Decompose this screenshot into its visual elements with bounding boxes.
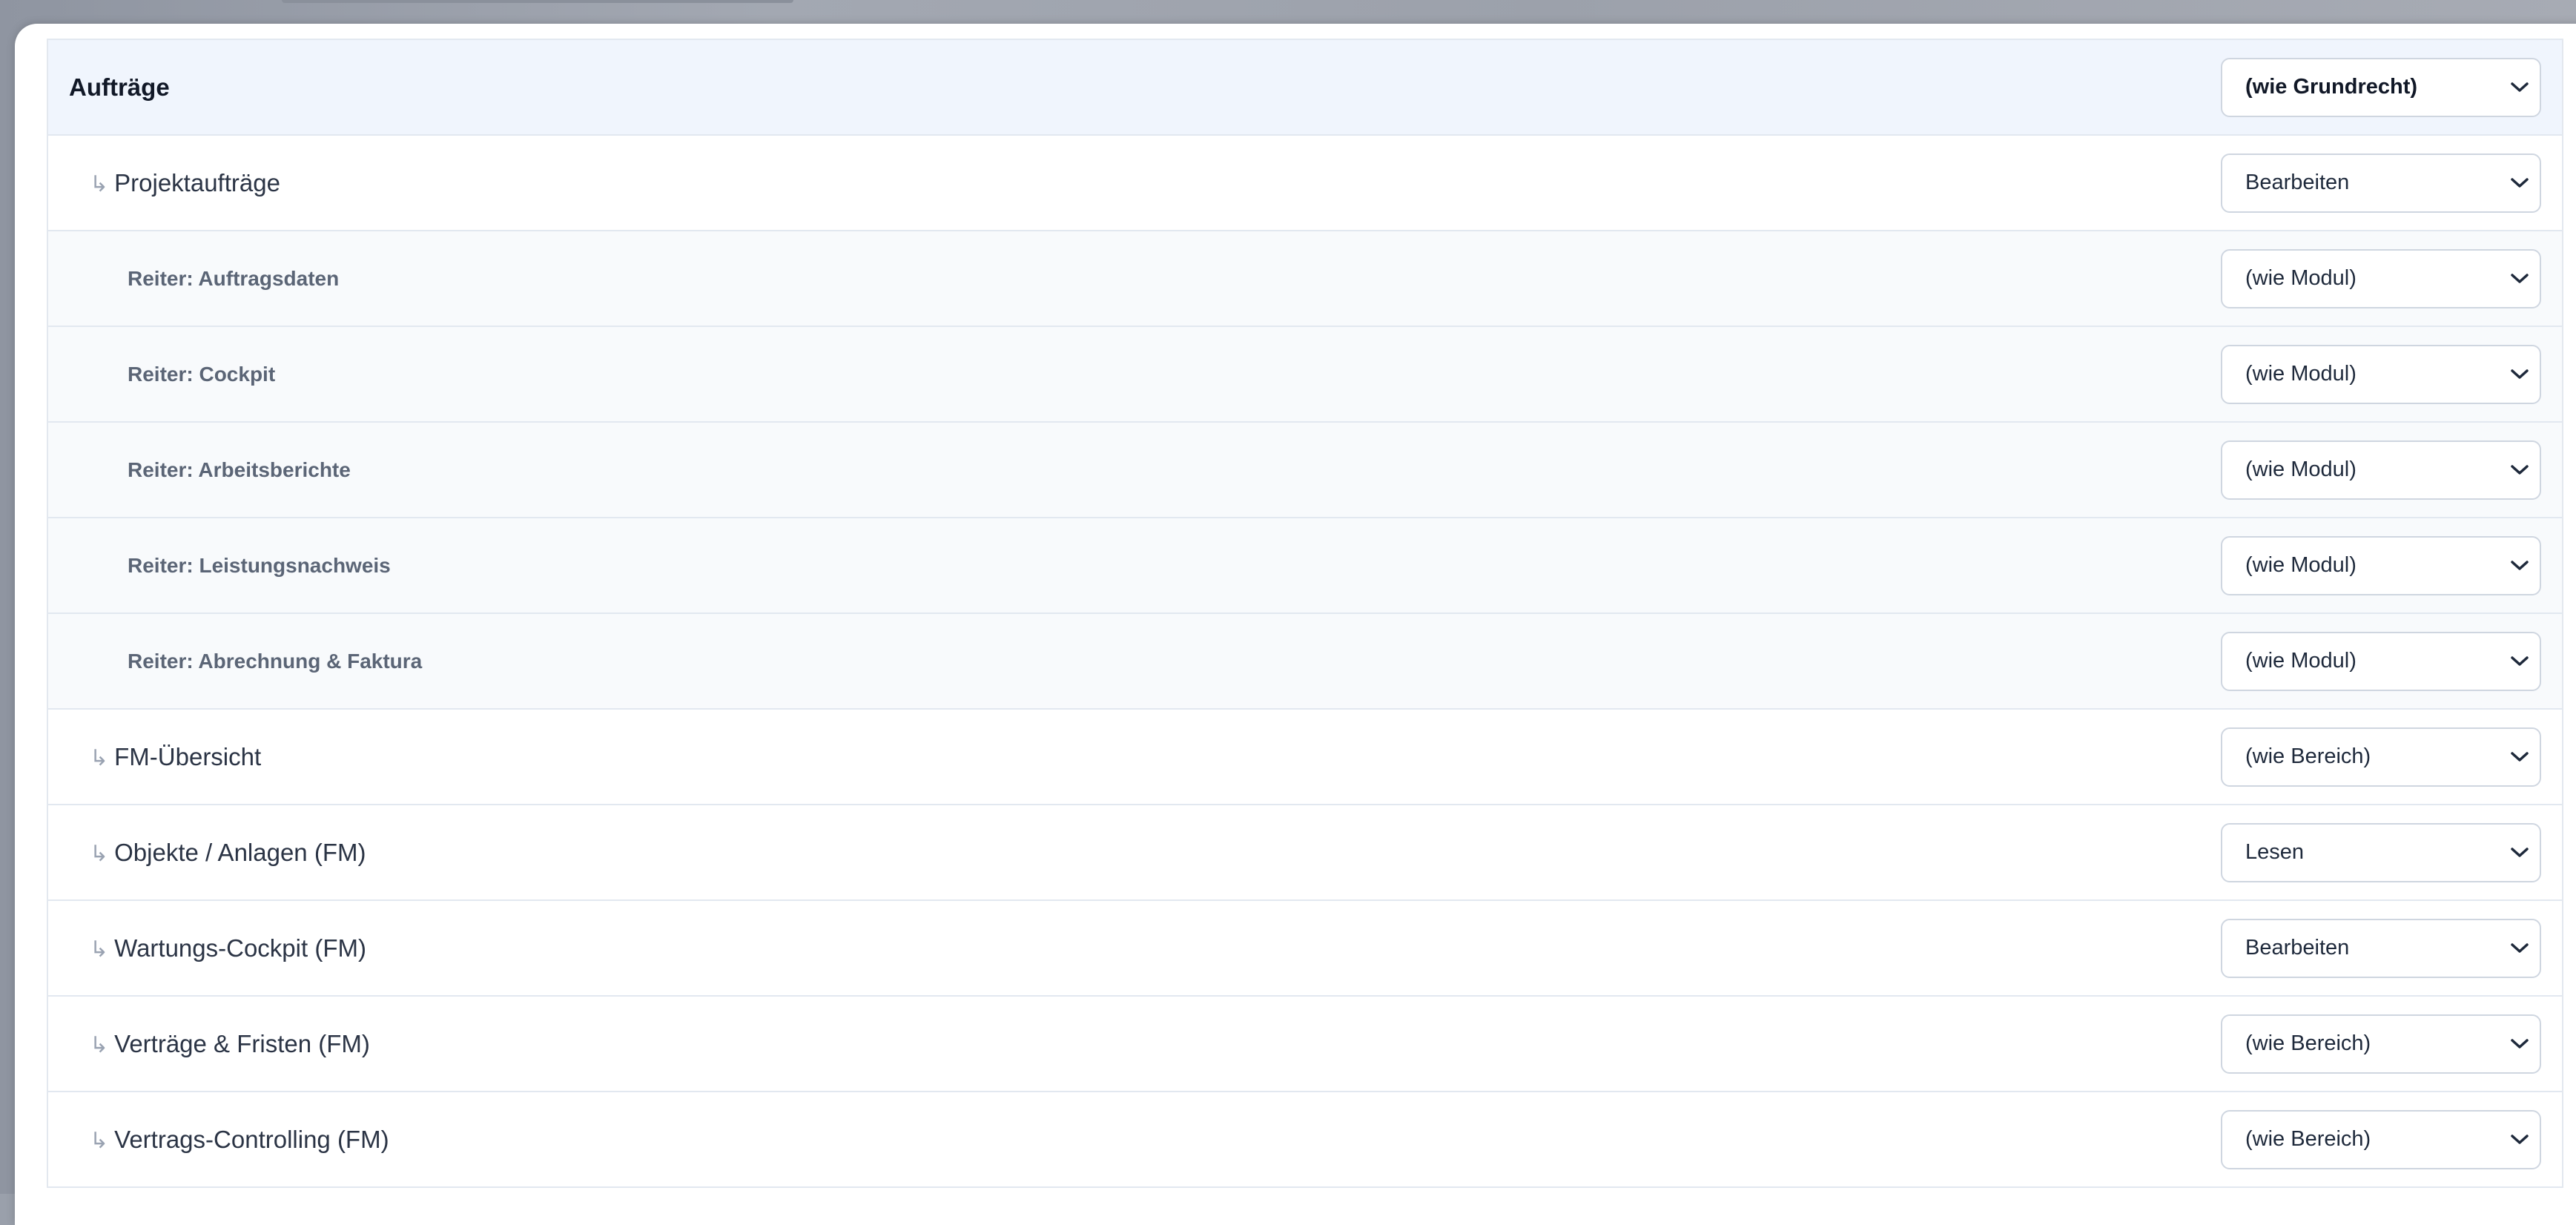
permission-module-row: ↳ Vertrags-Controlling (FM) (wie Bereich) (48, 1092, 2562, 1188)
permission-level-select[interactable]: (wie Bereich) (2221, 1014, 2541, 1074)
permission-tab-row: Reiter: Arbeitsberichte (wie Modul) (48, 423, 2562, 518)
permissions-table: Aufträge (wie Grundrecht) ↳ Projektaufträge… (47, 39, 2563, 1188)
permission-label: Objekte / Anlagen (FM) (114, 838, 366, 866)
permission-label: Reiter: Abrechnung & Faktura (128, 649, 423, 673)
chevron-down-icon (2511, 177, 2529, 188)
permission-level-value: Bearbeiten (2245, 171, 2350, 194)
permission-module-row: ↳ Objekte / Anlagen (FM) Lesen (48, 805, 2562, 901)
permission-level-select[interactable]: (wie Bereich) (2221, 1109, 2541, 1169)
permission-level-select[interactable]: Bearbeiten (2221, 918, 2541, 978)
permission-label: Reiter: Arbeitsberichte (128, 458, 351, 481)
permission-tab-row: Reiter: Abrechnung & Faktura (wie Modul) (48, 614, 2562, 710)
permission-level-value: (wie Modul) (2245, 458, 2357, 481)
permission-level-value: (wie Modul) (2245, 649, 2357, 673)
child-indent-arrow-icon: ↳ (90, 746, 109, 770)
chevron-down-icon (2511, 1134, 2529, 1144)
permission-label: Reiter: Auftragsdaten (128, 266, 340, 290)
chevron-down-icon (2511, 369, 2529, 379)
chevron-down-icon (2511, 656, 2529, 666)
chevron-down-icon (2511, 847, 2529, 857)
permission-level-select[interactable]: Lesen (2221, 822, 2541, 882)
permission-label: Wartungs-Cockpit (FM) (114, 934, 366, 962)
permission-label: Vertrags-Controlling (FM) (114, 1125, 389, 1153)
permission-module-row: ↳ Verträge & Fristen (FM) (wie Bereich) (48, 997, 2562, 1092)
permission-level-value: (wie Modul) (2245, 553, 2357, 577)
permission-label: Projektaufträge (114, 168, 280, 197)
chevron-down-icon (2511, 82, 2529, 92)
chevron-down-icon (2511, 751, 2529, 762)
permission-level-value: (wie Modul) (2245, 362, 2357, 386)
permission-module-row: ↳ Wartungs-Cockpit (FM) Bearbeiten (48, 901, 2562, 997)
permission-level-select[interactable]: (wie Modul) (2221, 248, 2541, 308)
permission-level-value: (wie Grundrecht) (2245, 75, 2418, 99)
permission-level-value: (wie Bereich) (2245, 744, 2371, 768)
child-indent-arrow-icon: ↳ (90, 1033, 109, 1057)
permission-module-row: ↳ Projektaufträge Bearbeiten (48, 136, 2562, 231)
permission-label: Reiter: Cockpit (128, 362, 276, 386)
permission-level-value: Lesen (2245, 840, 2305, 864)
backdrop-scroll-bar (282, 0, 793, 3)
permission-label: Verträge & Fristen (FM) (114, 1029, 370, 1057)
permission-level-select[interactable]: (wie Bereich) (2221, 727, 2541, 787)
permission-level-select[interactable]: (wie Modul) (2221, 631, 2541, 691)
permissions-modal: Aufträge (wie Grundrecht) ↳ Projektaufträge… (15, 24, 2576, 1225)
child-indent-arrow-icon: ↳ (90, 1129, 109, 1153)
permission-level-select[interactable]: (wie Modul) (2221, 535, 2541, 595)
permission-level-select[interactable]: (wie Grundrecht) (2221, 57, 2541, 117)
permission-level-select[interactable]: (wie Modul) (2221, 440, 2541, 500)
permission-level-value: Bearbeiten (2245, 936, 2350, 960)
chevron-down-icon (2511, 1038, 2529, 1049)
permission-label: Aufträge (69, 73, 170, 101)
permission-module-row: ↳ FM-Übersicht (wie Bereich) (48, 710, 2562, 805)
child-indent-arrow-icon: ↳ (90, 937, 109, 962)
chevron-down-icon (2511, 273, 2529, 283)
permission-level-select[interactable]: Bearbeiten (2221, 153, 2541, 213)
chevron-down-icon (2511, 560, 2529, 570)
child-indent-arrow-icon: ↳ (90, 842, 109, 866)
child-indent-arrow-icon: ↳ (90, 172, 109, 197)
permission-label: Reiter: Leistungsnachweis (128, 553, 391, 577)
permission-level-value: (wie Modul) (2245, 266, 2357, 290)
permission-group-row: Aufträge (wie Grundrecht) (48, 39, 2562, 136)
permission-level-value: (wie Bereich) (2245, 1031, 2371, 1055)
chevron-down-icon (2511, 942, 2529, 953)
permission-tab-row: Reiter: Auftragsdaten (wie Modul) (48, 231, 2562, 327)
permission-label: FM-Übersicht (114, 742, 262, 770)
permission-tab-row: Reiter: Leistungsnachweis (wie Modul) (48, 518, 2562, 614)
chevron-down-icon (2511, 464, 2529, 475)
permission-tab-row: Reiter: Cockpit (wie Modul) (48, 327, 2562, 423)
permission-level-value: (wie Bereich) (2245, 1127, 2371, 1151)
permission-level-select[interactable]: (wie Modul) (2221, 344, 2541, 404)
